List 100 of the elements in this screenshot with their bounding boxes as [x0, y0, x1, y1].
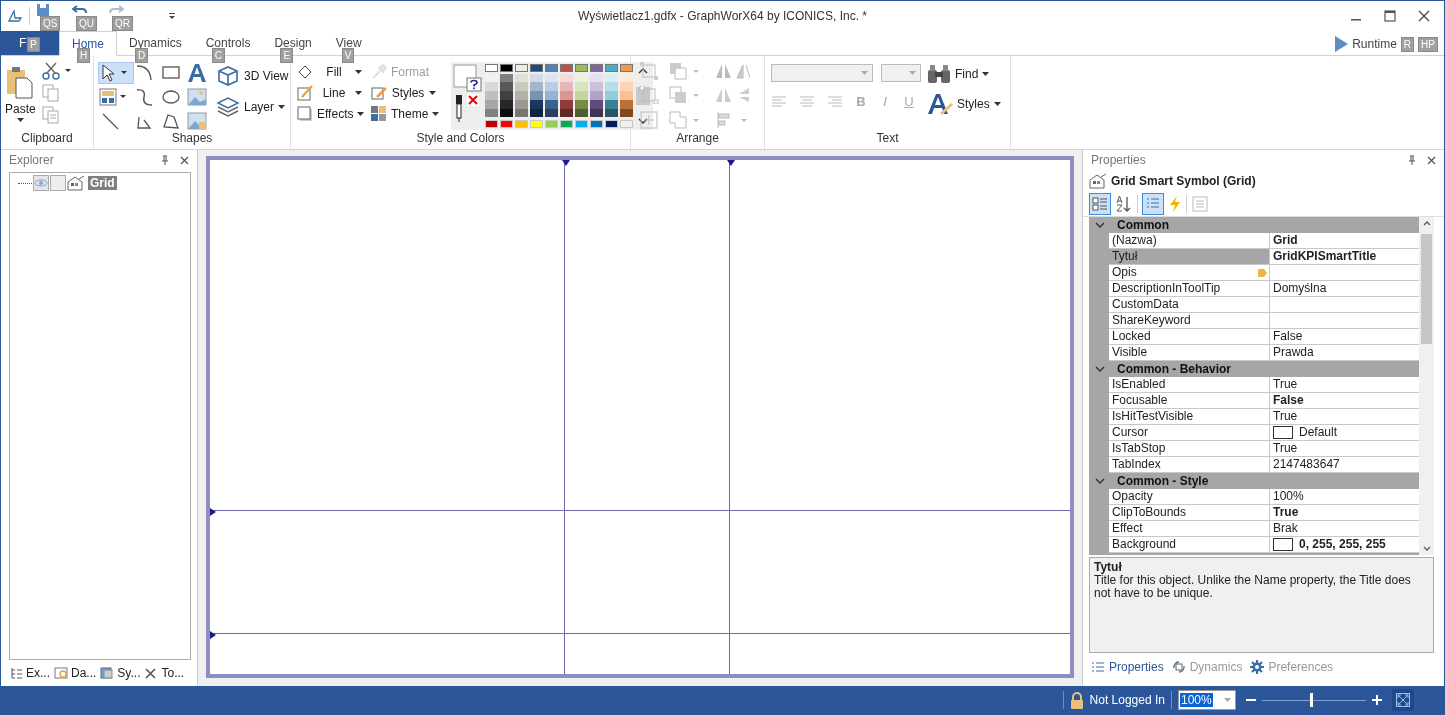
panel-tab[interactable]: Properties — [1091, 660, 1164, 674]
close-icon[interactable] — [1418, 10, 1430, 22]
property-name[interactable]: Tytuł — [1109, 249, 1270, 264]
panel-tab[interactable]: Sy... — [100, 666, 141, 680]
property-value[interactable]: Prawda — [1273, 345, 1314, 360]
value-field[interactable]: False — [1270, 393, 1419, 408]
grid-cell[interactable] — [565, 511, 730, 634]
color-swatch[interactable] — [485, 108, 498, 118]
effects-button[interactable]: Effects — [297, 106, 367, 122]
pointer-tool-button[interactable] — [98, 62, 134, 85]
property-name[interactable]: CustomData — [1109, 297, 1270, 312]
property-value[interactable]: Grid — [1273, 233, 1298, 248]
color-swatch[interactable] — [500, 64, 513, 72]
color-swatch[interactable] — [560, 64, 573, 72]
property-name[interactable]: IsEnabled — [1109, 377, 1270, 392]
font-family-dropdown[interactable] — [771, 64, 873, 82]
value-field[interactable]: 2147483647 — [1270, 457, 1419, 472]
line-button[interactable]: Line — [297, 85, 367, 101]
color-swatch[interactable] — [1273, 538, 1293, 551]
fill-button[interactable]: Fill — [297, 64, 367, 80]
color-swatch[interactable] — [545, 99, 558, 109]
color-swatch[interactable] — [620, 108, 633, 118]
property-name[interactable]: DescriptionInToolTip — [1109, 281, 1270, 296]
property-name[interactable]: Opis — [1109, 265, 1270, 280]
eye-icon[interactable] — [33, 175, 49, 191]
property-name[interactable]: ShareKeyword — [1109, 313, 1270, 328]
property-value[interactable]: True — [1273, 409, 1298, 424]
property-value[interactable]: True — [1273, 377, 1298, 392]
property-name[interactable]: Locked — [1109, 329, 1270, 344]
sort-alphabetical-icon[interactable] — [1115, 195, 1133, 213]
customize-caret-icon[interactable] — [168, 12, 176, 20]
color-swatch[interactable] — [605, 73, 618, 83]
property-name[interactable]: Background — [1109, 537, 1270, 552]
lightning-icon[interactable] — [1168, 195, 1182, 213]
move-icon[interactable] — [639, 110, 659, 129]
property-value[interactable]: False — [1273, 329, 1303, 344]
flip-horizontal-icon[interactable] — [715, 62, 751, 80]
property-name[interactable]: Cursor — [1109, 425, 1270, 440]
cut-icon[interactable] — [41, 62, 72, 80]
color-swatch[interactable] — [590, 73, 603, 83]
runtime-button[interactable]: Runtime — [1334, 36, 1397, 52]
property-value[interactable]: Domyślna — [1273, 281, 1327, 296]
value-field[interactable]: 100% — [1270, 489, 1419, 504]
color-swatch[interactable] — [530, 64, 543, 72]
group-icon[interactable] — [639, 62, 659, 80]
value-field[interactable]: Domyślna — [1270, 281, 1419, 296]
value-field[interactable]: True — [1270, 441, 1419, 456]
property-value[interactable]: 2147483647 — [1273, 457, 1340, 472]
property-value[interactable]: Default — [1299, 425, 1338, 440]
color-swatch[interactable] — [515, 99, 528, 109]
color-swatch[interactable] — [485, 64, 498, 72]
pin-icon[interactable] — [160, 155, 170, 165]
scroll-down-icon[interactable] — [638, 117, 648, 125]
color-swatch[interactable] — [590, 64, 603, 72]
color-swatch[interactable] — [530, 91, 543, 100]
color-swatch[interactable] — [605, 99, 618, 109]
no-color-icon[interactable] — [453, 64, 483, 92]
column-marker-icon[interactable] — [727, 160, 735, 166]
categorized-button[interactable] — [1089, 193, 1111, 215]
value-field[interactable]: False — [1270, 329, 1419, 344]
color-swatch[interactable] — [590, 91, 603, 100]
maximize-icon[interactable] — [1384, 10, 1396, 22]
zoom-in-icon[interactable] — [1372, 695, 1382, 705]
color-swatch[interactable] — [605, 91, 618, 100]
column-marker-icon[interactable] — [562, 160, 570, 166]
flip-vertical-icon[interactable] — [715, 86, 751, 105]
color-swatch[interactable] — [575, 91, 588, 100]
value-field[interactable]: GridKPISmartTitle — [1270, 249, 1419, 264]
font-size-dropdown[interactable] — [881, 64, 921, 82]
color-swatch[interactable] — [500, 82, 513, 92]
property-value[interactable]: GridKPISmartTitle — [1273, 249, 1377, 264]
property-name[interactable]: IsTabStop — [1109, 441, 1270, 456]
property-pages-icon[interactable] — [1191, 195, 1209, 213]
property-name[interactable]: Opacity — [1109, 489, 1270, 504]
color-swatch[interactable] — [575, 108, 588, 118]
layout-icon[interactable] — [98, 87, 128, 108]
panel-tab[interactable]: To... — [144, 666, 185, 680]
property-value[interactable]: Brak — [1273, 521, 1298, 536]
collapse-chevron-icon[interactable] — [1095, 365, 1105, 373]
color-swatch[interactable] — [605, 82, 618, 92]
align-right-icon[interactable] — [827, 95, 843, 108]
color-swatch[interactable] — [530, 99, 543, 109]
color-swatch[interactable] — [545, 73, 558, 83]
row-marker-icon[interactable] — [210, 631, 216, 639]
scroll-up-icon[interactable] — [638, 67, 648, 75]
property-name[interactable]: (Nazwa) — [1109, 233, 1270, 248]
lock-toggle-icon[interactable] — [50, 175, 66, 191]
color-swatch[interactable] — [575, 99, 588, 109]
color-swatch[interactable] — [620, 73, 633, 83]
property-value[interactable]: 100% — [1273, 489, 1304, 504]
color-swatch[interactable] — [500, 99, 513, 109]
color-swatch[interactable] — [620, 91, 633, 100]
color-swatch[interactable] — [560, 82, 573, 92]
color-swatch[interactable] — [575, 64, 588, 72]
color-swatch[interactable] — [560, 91, 573, 100]
value-field[interactable] — [1270, 313, 1419, 328]
align-center-icon[interactable] — [799, 95, 815, 108]
styles-button[interactable]: Styles — [371, 85, 443, 101]
text-tool-icon[interactable] — [186, 62, 208, 85]
value-field[interactable]: Brak — [1270, 521, 1419, 536]
